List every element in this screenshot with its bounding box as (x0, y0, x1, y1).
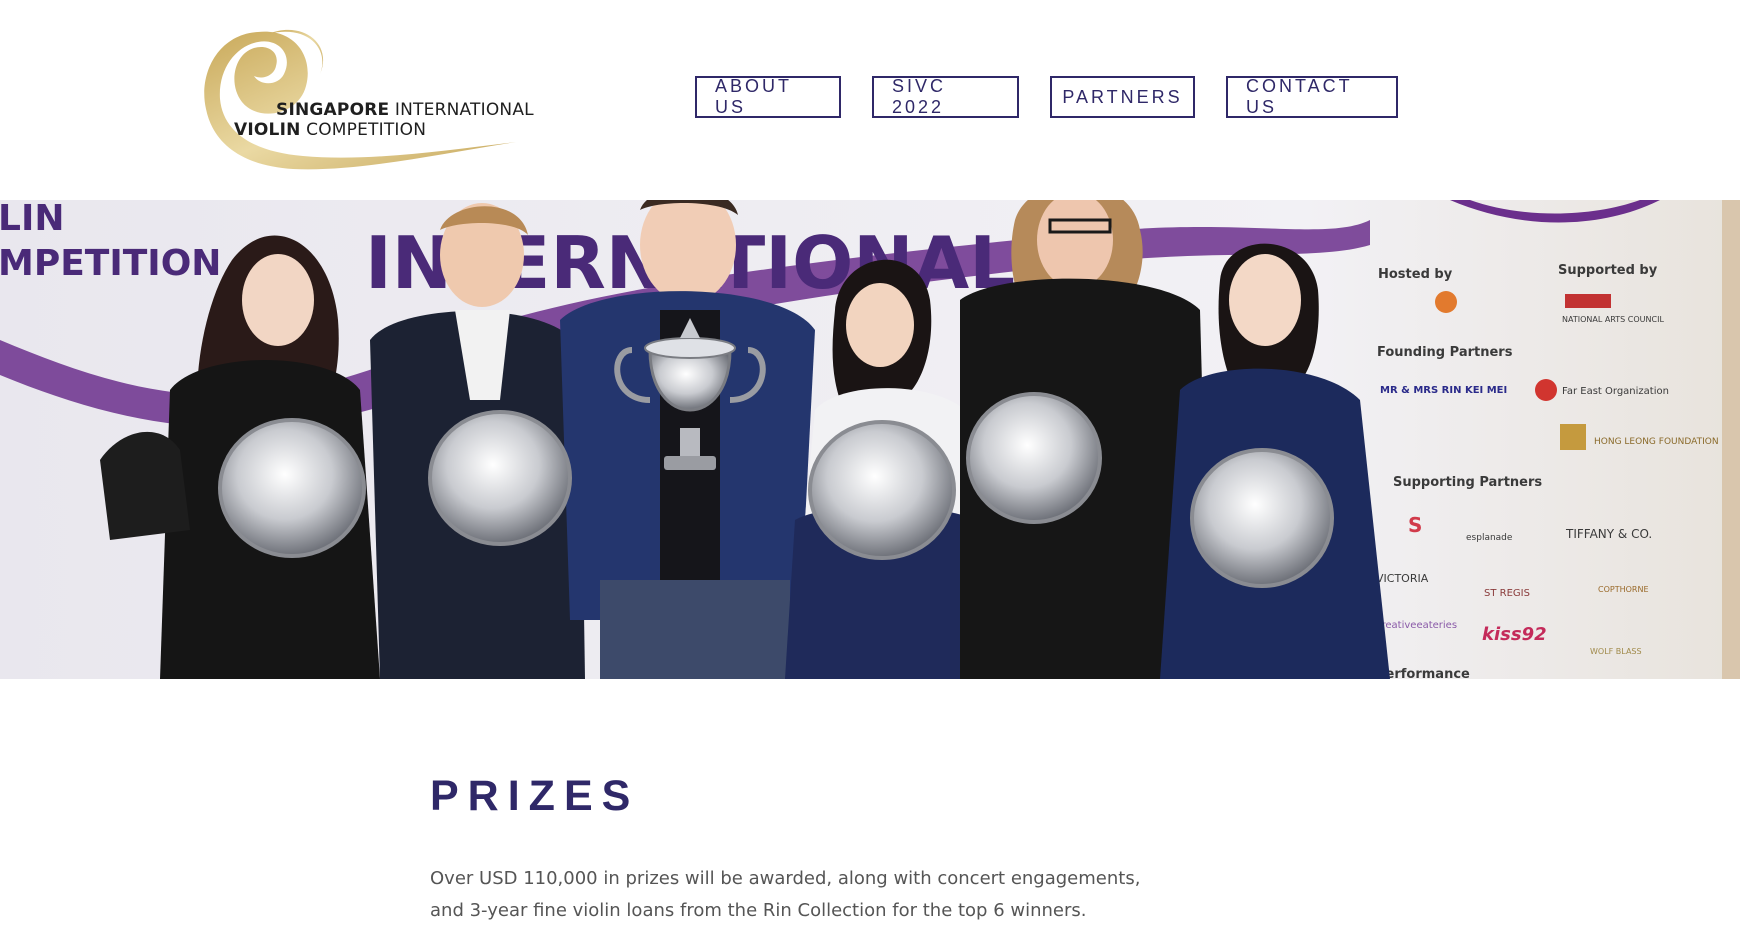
sponsor-supported-by: Supported by (1558, 263, 1658, 278)
svg-text:S: S (1408, 513, 1422, 537)
sponsor-supporting-partners: Supporting Partners (1393, 475, 1542, 490)
sponsor-st-regis: ST REGIS (1484, 588, 1530, 599)
sponsor-esplanade: esplanade (1466, 533, 1513, 543)
nav-sivc-2022-button[interactable]: SIVC 2022 (872, 76, 1019, 118)
nav-about-us-button[interactable]: ABOUT US (695, 76, 841, 118)
sponsor-wolf-blass: WOLF BLASS (1590, 647, 1642, 656)
sponsor-hosted-by: Hosted by (1378, 267, 1453, 282)
hero-photo-illustration: LIN MPETITION INTERNATIONAL Hosted by Su… (0, 200, 1740, 679)
sponsor-copthorne: COPTHORNE (1598, 585, 1649, 594)
sponsor-far-east: Far East Organization (1562, 386, 1669, 397)
sponsor-tiffany: TIFFANY & CO. (1565, 527, 1652, 541)
logo-text-line1: SINGAPORE INTERNATIONAL (276, 100, 534, 120)
sponsor-founding-partners: Founding Partners (1377, 345, 1513, 360)
backdrop-text-lin: LIN (0, 200, 64, 239)
sponsor-founding-name: MR & MRS RIN KEI MEI (1380, 385, 1507, 396)
sponsor-kiss92: kiss92 (1482, 624, 1547, 645)
sponsor-victoria: VICTORIA (1376, 572, 1429, 585)
logo-text-line2: VIOLIN COMPETITION (234, 120, 427, 140)
prizes-heading: PRIZES (430, 772, 640, 820)
gold-swirl-logo-icon (204, 29, 516, 170)
nav-contact-us-button[interactable]: CONTACT US (1226, 76, 1398, 118)
main-nav: ABOUT US SIVC 2022 PARTNERS CONTACT US (695, 76, 1398, 122)
sponsor-hong-leong: HONG LEONG FOUNDATION (1594, 437, 1719, 447)
hero-photo: LIN MPETITION INTERNATIONAL Hosted by Su… (0, 200, 1740, 679)
sponsor-nac: NATIONAL ARTS COUNCIL (1562, 315, 1664, 324)
site-logo[interactable]: SINGAPORE INTERNATIONAL VIOLIN COMPETITI… (198, 24, 534, 174)
prizes-description: Over USD 110,000 in prizes will be award… (430, 868, 1141, 921)
nav-partners-button[interactable]: PARTNERS (1050, 76, 1195, 118)
sponsor-performance: Performance (1376, 667, 1470, 679)
backdrop-text-mpetition: MPETITION (0, 243, 221, 284)
sponsor-creative-eateries: creativeeateries (1376, 620, 1457, 631)
site-header: SINGAPORE INTERNATIONAL VIOLIN COMPETITI… (0, 0, 1740, 200)
